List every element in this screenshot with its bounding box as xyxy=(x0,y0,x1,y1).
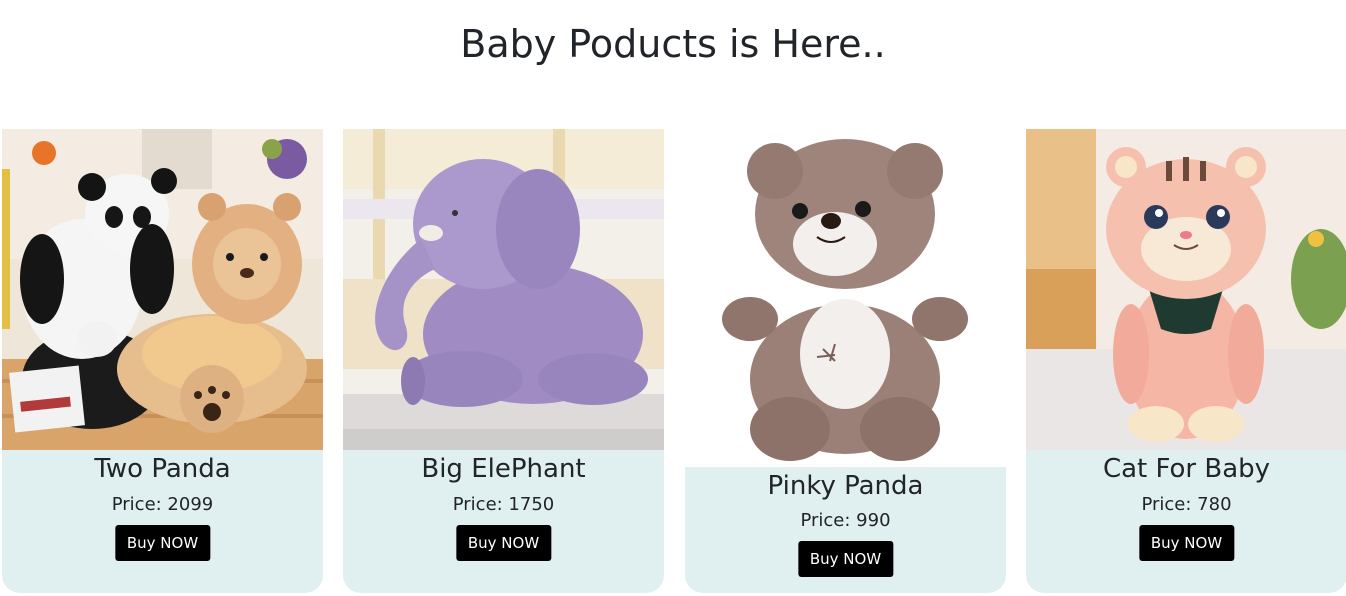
buy-now-button[interactable]: Buy NOW xyxy=(455,525,552,561)
page-title: Baby Poducts is Here.. xyxy=(460,22,886,66)
buy-now-button[interactable]: Buy NOW xyxy=(797,541,894,577)
product-image-two-panda[interactable] xyxy=(2,129,323,450)
buy-now-button[interactable]: Buy NOW xyxy=(114,525,211,561)
product-price: Price: 780 xyxy=(1141,494,1232,515)
brown-teddy-bear-image xyxy=(685,129,1006,467)
product-name: Big ElePhant xyxy=(421,454,586,484)
product-price: Price: 2099 xyxy=(111,494,214,515)
product-price: Price: 990 xyxy=(800,510,891,531)
product-name: Two Panda xyxy=(94,454,231,484)
product-card-two-panda: Two Panda Price: 2099 Buy NOW xyxy=(2,129,323,593)
product-image-cat-for-baby[interactable] xyxy=(1026,129,1346,450)
product-image-big-elephant[interactable] xyxy=(343,129,664,450)
buy-now-button[interactable]: Buy NOW xyxy=(1138,525,1235,561)
product-name: Pinky Panda xyxy=(767,471,924,501)
product-card-pinky-panda: Pinky Panda Price: 990 Buy NOW xyxy=(685,129,1006,593)
panda-bear-chairs-image xyxy=(2,129,323,450)
product-card-big-elephant: Big ElePhant Price: 1750 Buy NOW xyxy=(343,129,664,593)
product-image-pinky-panda[interactable] xyxy=(685,129,1006,467)
product-card-cat-for-baby: Cat For Baby Price: 780 Buy NOW xyxy=(1026,129,1346,593)
product-price: Price: 1750 xyxy=(452,494,555,515)
pink-tiger-plush-image xyxy=(1026,129,1346,450)
purple-elephant-image xyxy=(343,129,664,450)
product-name: Cat For Baby xyxy=(1102,454,1271,484)
